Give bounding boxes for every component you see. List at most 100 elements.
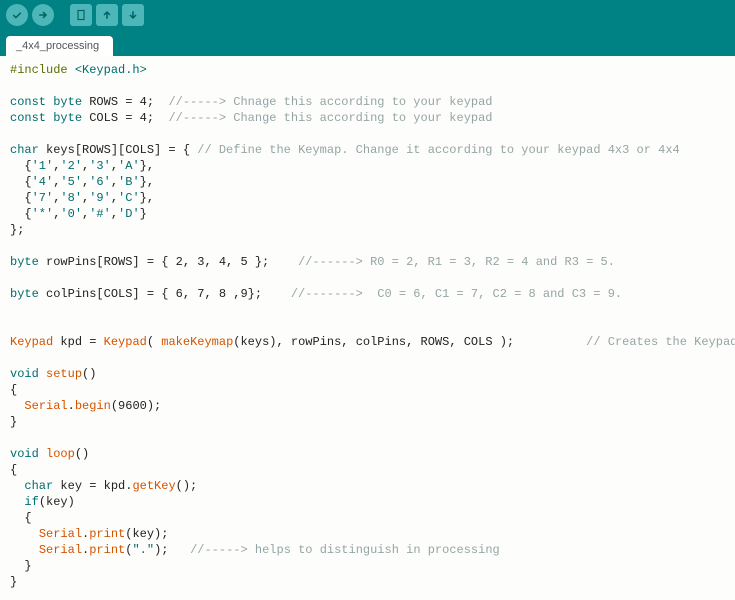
tok: ()	[82, 367, 96, 381]
tok-keypad: Keypad	[104, 335, 147, 349]
tok: };	[10, 223, 24, 237]
tok-byte: byte	[53, 111, 82, 125]
tok-chr: '7'	[32, 191, 54, 205]
tok-keypad: Keypad	[10, 335, 53, 349]
code-editor[interactable]: #include <Keypad.h> const byte ROWS = 4;…	[0, 56, 735, 600]
tok-rowpins: rowPins[ROWS] = { 2, 3, 4, 5 };	[39, 255, 298, 269]
tok	[10, 543, 39, 557]
tok-chr: '8'	[60, 191, 82, 205]
open-button[interactable]	[96, 4, 118, 26]
tok-chr: '1'	[32, 159, 54, 173]
tok: }	[10, 575, 17, 589]
tok-cmt: // Creates the Keypad	[586, 335, 735, 349]
tok	[10, 495, 24, 509]
tok: }	[10, 559, 32, 573]
new-button[interactable]	[70, 4, 92, 26]
tok: {	[10, 463, 17, 477]
tok-char: char	[24, 479, 53, 493]
tok-cmt: //-----> Change this according to your k…	[168, 111, 492, 125]
tok: (	[147, 335, 161, 349]
tok-print: print	[89, 527, 125, 541]
tok	[10, 527, 39, 541]
arrow-right-icon	[37, 9, 49, 21]
tok-colpins: colPins[COLS] = { 6, 7, 8 ,9};	[39, 287, 291, 301]
tok-chr: '9'	[89, 191, 111, 205]
tok-keys: keys[ROWS][COLS] = {	[39, 143, 197, 157]
tok-char: char	[10, 143, 39, 157]
tok: {	[10, 383, 17, 397]
tok: }	[140, 207, 147, 221]
tok-print: print	[89, 543, 125, 557]
tok-serial: Serial	[24, 399, 67, 413]
tok: (keys), rowPins, colPins, ROWS, COLS );	[233, 335, 586, 349]
tok: ();	[176, 479, 198, 493]
tok-cols-decl: COLS = 4;	[82, 111, 168, 125]
tab-sketch[interactable]: _4x4_processing	[6, 36, 113, 56]
tok: ()	[75, 447, 89, 461]
tok: );	[154, 543, 190, 557]
tok-chr: 'B'	[118, 175, 140, 189]
tok-loop: loop	[39, 447, 75, 461]
verify-button[interactable]	[6, 4, 28, 26]
tok-makekeymap: makeKeymap	[161, 335, 233, 349]
tok-cmt: //-------> C0 = 6, C1 = 7, C2 = 8 and C3…	[291, 287, 622, 301]
tok-byte: byte	[10, 255, 39, 269]
save-button[interactable]	[122, 4, 144, 26]
tok	[10, 399, 24, 413]
tok-serial: Serial	[39, 527, 82, 541]
tok-byte: byte	[10, 287, 39, 301]
tok-setup: setup	[39, 367, 82, 381]
tok-chr: 'C'	[118, 191, 140, 205]
tok: {	[10, 159, 32, 173]
tok-str: "."	[132, 543, 154, 557]
tok: {	[10, 191, 32, 205]
tok: (key);	[125, 527, 168, 541]
tok: (9600);	[111, 399, 161, 413]
tok: },	[140, 159, 154, 173]
tok-const: const	[10, 95, 46, 109]
tok: }	[10, 415, 17, 429]
arrow-up-icon	[101, 9, 113, 21]
tok-chr: '*'	[32, 207, 54, 221]
tok-rows-decl: ROWS = 4;	[82, 95, 168, 109]
tok: .	[68, 399, 75, 413]
tok-getkey: getKey	[132, 479, 175, 493]
tok-chr: 'A'	[118, 159, 140, 173]
check-icon	[11, 9, 23, 21]
tok: {	[10, 175, 32, 189]
file-icon	[75, 9, 87, 21]
tok-chr: '#'	[89, 207, 111, 221]
tok: },	[140, 175, 154, 189]
tok-cmt: //-----> helps to distinguish in process…	[190, 543, 500, 557]
tok-void: void	[10, 447, 39, 461]
tab-strip: _4x4_processing	[0, 30, 735, 56]
tok-void: void	[10, 367, 39, 381]
toolbar	[0, 0, 735, 30]
tok-include: #include	[10, 63, 68, 77]
tok: {	[10, 511, 32, 525]
tok-chr: '2'	[60, 159, 82, 173]
tok: (key)	[39, 495, 75, 509]
tok-const: const	[10, 111, 46, 125]
tok: },	[140, 191, 154, 205]
tok-cmt: //-----> Chnage this according to your k…	[168, 95, 492, 109]
tok-begin: begin	[75, 399, 111, 413]
tok: {	[10, 207, 32, 221]
arrow-down-icon	[127, 9, 139, 21]
tok-chr: '3'	[89, 159, 111, 173]
tok-if: if	[24, 495, 38, 509]
tok: key = kpd.	[53, 479, 132, 493]
tok-header: <Keypad.h>	[75, 63, 147, 77]
tok-serial: Serial	[39, 543, 82, 557]
tok-cmt: //------> R0 = 2, R1 = 3, R2 = 4 and R3 …	[298, 255, 615, 269]
tok-chr: '5'	[60, 175, 82, 189]
tok-chr: '6'	[89, 175, 111, 189]
tok-byte: byte	[53, 95, 82, 109]
tok	[10, 479, 24, 493]
tok-chr: 'D'	[118, 207, 140, 221]
upload-button[interactable]	[32, 4, 54, 26]
tok-chr: '4'	[32, 175, 54, 189]
tok: kpd =	[53, 335, 103, 349]
tok-cmt: // Define the Keymap. Change it accordin…	[197, 143, 679, 157]
tok-chr: '0'	[60, 207, 82, 221]
